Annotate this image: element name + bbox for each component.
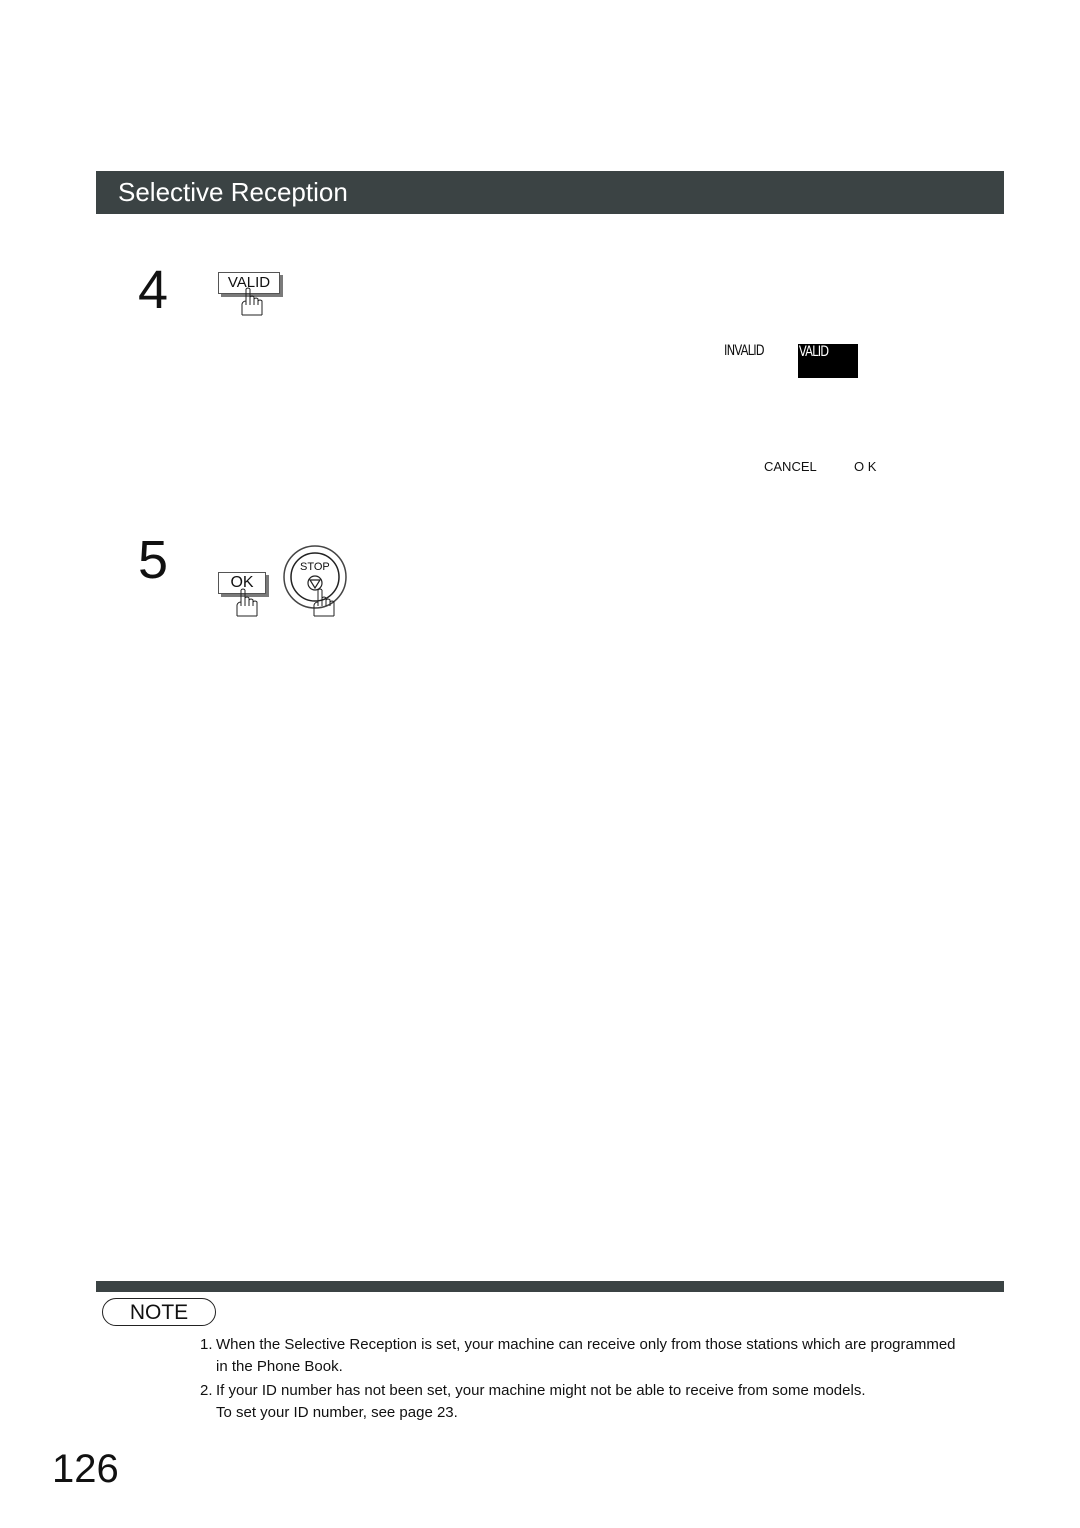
pressing-hand-icon bbox=[236, 588, 258, 617]
page-number: 126 bbox=[52, 1447, 119, 1491]
section-title: Selective Reception bbox=[118, 177, 348, 207]
soft-key-cancel: CANCEL bbox=[764, 459, 817, 474]
display-option-invalid: INVALID bbox=[724, 343, 765, 359]
step-number-5: 5 bbox=[138, 530, 169, 590]
note-item-text: To set your ID number, see page 23. bbox=[216, 1404, 458, 1421]
stop-key-label: STOP bbox=[300, 561, 330, 573]
note-item-text: If your ID number has not been set, your… bbox=[216, 1382, 866, 1399]
display-selected-highlight: VALID bbox=[798, 344, 858, 378]
note-item-text: in the Phone Book. bbox=[216, 1358, 343, 1375]
display-option-valid: VALID bbox=[798, 344, 829, 360]
note-item-num: 1. bbox=[200, 1336, 213, 1353]
note-item-text: When the Selective Reception is set, you… bbox=[216, 1336, 956, 1353]
note-label: NOTE bbox=[102, 1298, 216, 1326]
step-number-4: 4 bbox=[138, 260, 169, 320]
note-divider bbox=[96, 1281, 1004, 1292]
pressing-hand-icon bbox=[313, 588, 335, 617]
note-item-num: 2. bbox=[200, 1382, 213, 1399]
pressing-hand-icon bbox=[241, 287, 263, 316]
soft-key-ok: O K bbox=[854, 459, 877, 474]
